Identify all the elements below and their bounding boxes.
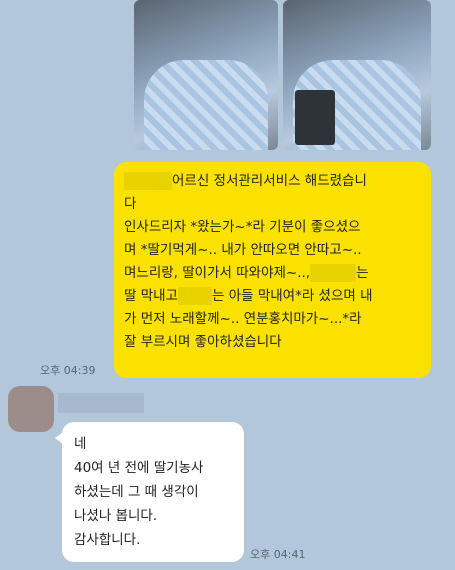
message-line-5: 며느리랑, 딸이가서 따와야제~.., 는 bbox=[124, 264, 369, 282]
message-line-3: 인사드리자 *왔는가~*라 기분이 좋으셨으 bbox=[124, 219, 361, 235]
shared-photo-1[interactable]: 3 ♥ bbox=[134, 0, 278, 150]
incoming-message-bubble[interactable]: 네 40여 년 전에 딸기농사 하셨는데 그 때 생각이 나셨나 봅니다. 감사… bbox=[55, 422, 244, 562]
redacted-name bbox=[310, 264, 357, 282]
message-line-1: 어르신 정서관리서비스 해드렸습니 bbox=[124, 170, 421, 193]
message-line-6: 딸 막내고 는 아들 막내여*라 셨으며 내 bbox=[124, 287, 373, 305]
message-line-2: 다 bbox=[124, 196, 137, 212]
outgoing-timestamp: 오후 04:39 bbox=[40, 364, 96, 377]
photo-object bbox=[295, 90, 335, 145]
redacted-name bbox=[177, 287, 212, 305]
message-line-4: 며 *딸기먹게~.. 내가 안따오면 안따고~.. bbox=[124, 242, 362, 258]
incoming-timestamp: 오후 04:41 bbox=[250, 548, 306, 561]
redacted-name bbox=[124, 172, 172, 190]
outgoing-message-bubble[interactable]: 어르신 정서관리서비스 해드렸습니 다 인사드리자 *왔는가~*라 기분이 좋으… bbox=[114, 162, 431, 378]
reply-line-3: 하셨는데 그 때 생각이 bbox=[74, 484, 199, 500]
reply-line-1: 네 bbox=[74, 436, 87, 452]
heart-icon: ♥ bbox=[276, 24, 278, 54]
reply-line-4: 나셨나 봅니다. bbox=[74, 508, 158, 524]
message-line-7: 가 먼저 노래할께~.. 연분홍치마가~...*라 bbox=[124, 311, 362, 327]
reply-line-2: 40여 년 전에 딸기농사 bbox=[74, 460, 204, 476]
message-line-8: 잘 부르시며 좋아하셨습니다 bbox=[124, 334, 282, 350]
redacted-sender-name bbox=[58, 393, 144, 413]
photo-subject bbox=[144, 60, 268, 150]
reply-line-5: 감사합니다. bbox=[74, 532, 141, 548]
shared-photo-2[interactable] bbox=[283, 0, 431, 150]
sender-avatar[interactable] bbox=[8, 386, 54, 432]
